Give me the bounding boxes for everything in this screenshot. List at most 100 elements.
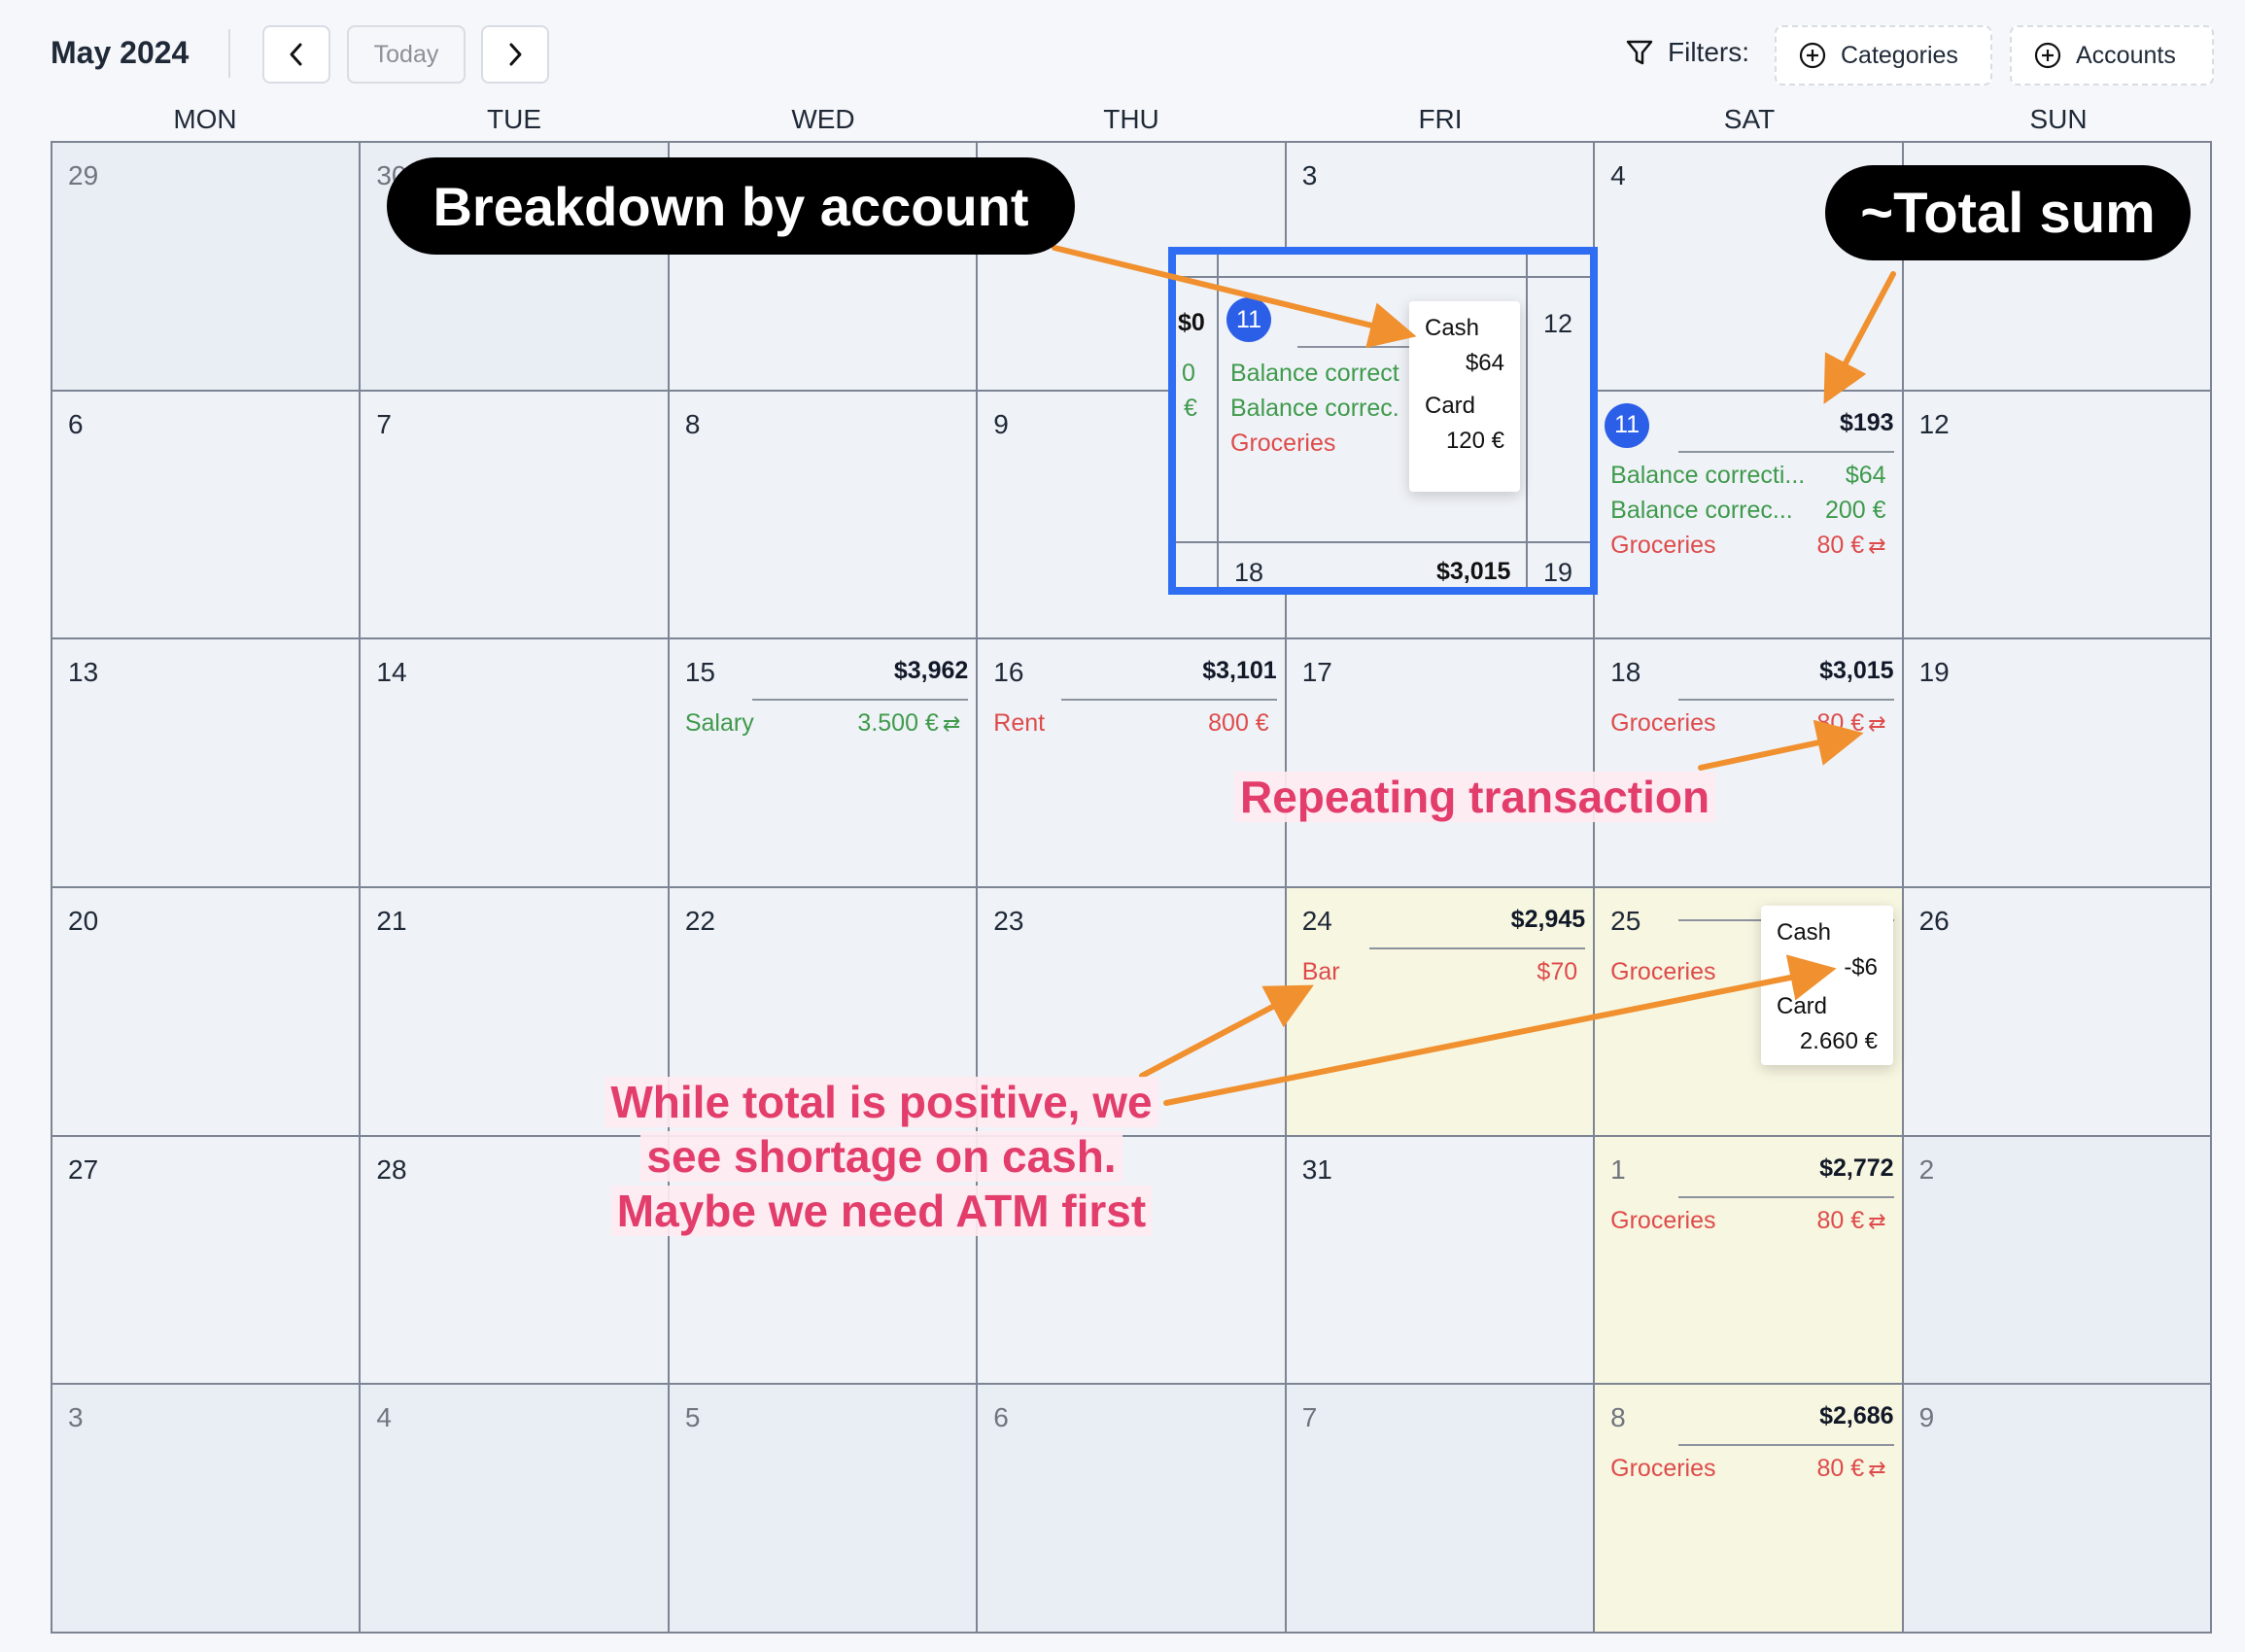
transaction-name: Rent xyxy=(993,709,1046,738)
day-cell[interactable]: 13 xyxy=(52,639,362,888)
day-cell[interactable]: 5 xyxy=(669,1385,979,1634)
transaction-row[interactable]: Groceries 80 € ⇄ xyxy=(1610,1455,1885,1483)
previous-month-button[interactable] xyxy=(262,25,330,84)
transaction-row[interactable]: Balance correcti... $64 xyxy=(1610,462,1885,490)
card-amount: 2.660 € xyxy=(1799,1028,1878,1054)
transaction-row[interactable]: Groceries 80 € ⇄ xyxy=(1610,709,1885,738)
day-number: 25 xyxy=(1610,906,1641,936)
day-cell[interactable]: 8 $2,686 Groceries 80 € ⇄ xyxy=(1595,1385,1904,1634)
day-cell[interactable]: 27 xyxy=(52,1136,362,1386)
day-cell[interactable]: 9 xyxy=(1903,1385,2212,1634)
day-cell[interactable]: 2 xyxy=(1903,1136,2212,1386)
zoom-day-19: 19 xyxy=(1543,558,1573,587)
transaction-row[interactable]: Salary 3.500 € ⇄ xyxy=(685,709,960,738)
weekday-wed: WED xyxy=(791,104,855,134)
callout-shortage-line-1: While total is positive, we xyxy=(604,1077,1158,1127)
zoom-partial-total: $0 xyxy=(1178,309,1205,336)
day-number: 4 xyxy=(1610,160,1626,190)
today-button[interactable]: Today xyxy=(347,25,466,84)
transaction-amount: 80 € xyxy=(1816,709,1865,738)
day-cell[interactable]: 29 xyxy=(52,143,362,392)
header-divider xyxy=(228,29,230,78)
day-cell[interactable]: 14 xyxy=(361,639,670,888)
transaction-amount-group: 80 € ⇄ xyxy=(1816,1207,1885,1235)
day-cell[interactable]: 17 xyxy=(1286,639,1596,888)
day-cell[interactable]: 24 $2,945 Bar $70 xyxy=(1286,888,1596,1137)
day-cell[interactable]: 7 xyxy=(1286,1385,1596,1634)
day-cell[interactable]: 8 xyxy=(669,391,979,640)
callout-shortage-line-2: see shortage on cash. xyxy=(640,1131,1122,1182)
day-total: $2,945 xyxy=(1369,906,1586,949)
day-cell[interactable]: 20 xyxy=(52,888,362,1137)
day-total: $193 xyxy=(1677,409,1894,453)
transaction-amount: 80 € xyxy=(1816,1455,1865,1483)
plus-circle-icon xyxy=(1799,42,1826,69)
zoom-total-18: $3,015 xyxy=(1436,558,1511,585)
day-number: 20 xyxy=(68,906,99,936)
transaction-row[interactable]: Groceries 80 € ⇄ xyxy=(1610,1207,1885,1235)
day-number: 2 xyxy=(1918,1153,1935,1185)
repeat-icon: ⇄ xyxy=(1868,1208,1886,1233)
plus-circle-icon xyxy=(2034,42,2061,69)
transaction-row[interactable]: Balance correc... 200 € xyxy=(1610,497,1885,525)
transaction-row[interactable]: Rent 800 € xyxy=(993,709,1268,738)
day-number: 23 xyxy=(993,906,1024,936)
zoom-txn-balance-2: Balance correc. xyxy=(1230,395,1399,422)
day-number: 19 xyxy=(1918,657,1950,688)
day-number: 31 xyxy=(1301,1153,1332,1185)
transaction-amount: 800 € xyxy=(1208,709,1269,738)
account-breakdown-popover: Cash $64 Card 120 € xyxy=(1409,301,1520,492)
day-number: 3 xyxy=(1301,160,1318,190)
day-cell[interactable]: 4 xyxy=(361,1385,670,1634)
day-cell[interactable]: 26 xyxy=(1903,888,2212,1137)
repeat-icon: ⇄ xyxy=(942,711,961,737)
day-cell[interactable]: 11 $193 Balance correcti... $64 Balance corr… xyxy=(1595,391,1904,640)
callout-repeating-text: Repeating transaction xyxy=(1234,772,1716,822)
callout-breakdown-by-account: Breakdown by account xyxy=(387,157,1075,255)
next-month-button[interactable] xyxy=(481,25,549,84)
day-number: 26 xyxy=(1918,906,1950,936)
callout-repeating-transaction: Repeating transaction xyxy=(1234,770,1716,824)
day-number: 14 xyxy=(376,657,407,688)
cash-label: Cash xyxy=(1777,919,1832,946)
day-number: 15 xyxy=(684,657,715,688)
day-number: 24 xyxy=(1301,906,1332,936)
accounts-filter-button[interactable]: Accounts xyxy=(2010,25,2214,86)
day-cell[interactable]: 12 xyxy=(1903,391,2212,640)
categories-filter-button[interactable]: Categories xyxy=(1775,25,1992,86)
weekday-thu: THU xyxy=(1103,104,1159,134)
repeat-icon: ⇄ xyxy=(1868,533,1886,558)
day-cell[interactable]: 6 xyxy=(52,391,362,640)
transaction-amount-group: 3.500 € ⇄ xyxy=(857,709,960,738)
today-badge: 11 xyxy=(1605,402,1650,448)
transaction-name: Groceries xyxy=(1610,958,1716,985)
day-cell[interactable]: 7 xyxy=(361,391,670,640)
transaction-name: Salary xyxy=(684,709,754,738)
callout-cash-shortage: While total is positive, we see shortage… xyxy=(583,1075,1180,1238)
day-cell[interactable]: 3 xyxy=(52,1385,362,1634)
day-cell[interactable]: 1 $2,772 Groceries 80 € ⇄ xyxy=(1595,1136,1904,1386)
day-cell[interactable]: 31 xyxy=(1286,1136,1596,1386)
transaction-amount: 80 € xyxy=(1816,531,1865,559)
day-number: 28 xyxy=(376,1153,407,1185)
account-breakdown-popover-25: Cash -$6 Card 2.660 € xyxy=(1761,906,1893,1065)
zoom-today-badge: 11 xyxy=(1226,297,1271,342)
callout-shortage-line-3: Maybe we need ATM first xyxy=(610,1186,1153,1236)
day-cell[interactable]: 18 $3,015 Groceries 80 € ⇄ xyxy=(1595,639,1904,888)
zoom-partial-euro: € xyxy=(1184,395,1197,422)
transaction-amount: $64 xyxy=(1845,461,1886,489)
day-cell[interactable]: 16 $3,101 Rent 800 € xyxy=(978,639,1287,888)
zoom-day-18: 18 xyxy=(1234,558,1264,587)
accounts-filter-label: Accounts xyxy=(2076,41,2176,69)
transaction-name: Balance correc... xyxy=(1610,496,1793,524)
day-cell[interactable]: 19 xyxy=(1903,639,2212,888)
transaction-row[interactable]: Bar $70 xyxy=(1302,958,1577,986)
transaction-name: Groceries xyxy=(1610,1206,1716,1234)
day-number: 8 xyxy=(1610,1402,1626,1433)
filters-label: Filters: xyxy=(1668,37,1749,67)
transaction-row[interactable]: Groceries 80 € ⇄ xyxy=(1610,532,1885,560)
day-cell[interactable]: 15 $3,962 Salary 3.500 € ⇄ xyxy=(669,639,979,888)
transaction-name: Bar xyxy=(1301,958,1340,985)
day-number: 6 xyxy=(993,1402,1009,1433)
day-cell[interactable]: 6 xyxy=(978,1385,1287,1634)
